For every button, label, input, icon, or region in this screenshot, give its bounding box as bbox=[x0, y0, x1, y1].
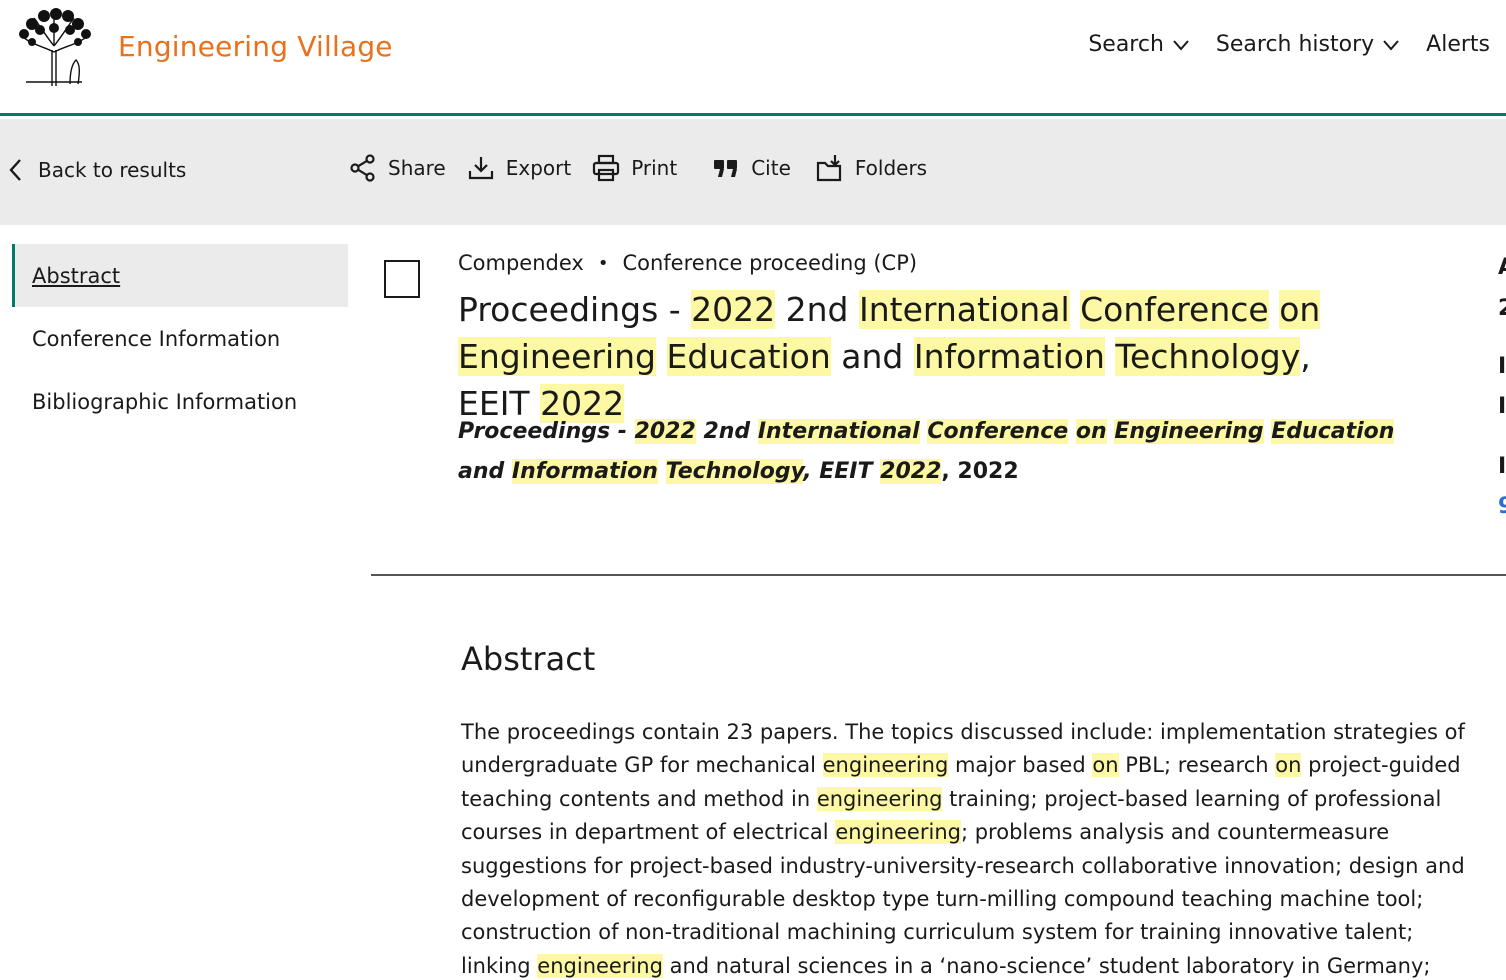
brand-name[interactable]: Engineering Village bbox=[118, 30, 393, 63]
back-to-results-button[interactable]: Back to results bbox=[8, 157, 186, 183]
source-text: 2nd bbox=[695, 419, 758, 444]
print-label: Print bbox=[631, 156, 678, 180]
title-text: Proceedings - bbox=[458, 290, 692, 329]
folders-button[interactable]: Folders bbox=[815, 153, 927, 183]
search-term-highlight: engineering bbox=[537, 953, 663, 978]
download-icon bbox=[468, 157, 493, 180]
chevron-left-icon bbox=[9, 159, 21, 181]
export-label: Export bbox=[505, 156, 572, 180]
search-term-highlight: 2022 bbox=[691, 290, 776, 329]
sidebar-item-conference-information[interactable]: Conference Information bbox=[12, 307, 348, 370]
toolbar-actions: Share Export Print Cite Folders bbox=[348, 153, 927, 183]
top-header: Engineering Village Search Search histor… bbox=[0, 0, 1506, 116]
search-term-highlight: Information bbox=[913, 337, 1105, 376]
source-text: , EEIT bbox=[803, 459, 881, 484]
abstract-segment: PBL; research bbox=[1118, 753, 1276, 778]
record-section-nav: Abstract Conference Information Bibliogr… bbox=[12, 244, 348, 433]
search-term-highlight: Technology bbox=[665, 459, 804, 484]
abstract-text: The proceedings contain 23 papers. The t… bbox=[461, 716, 1471, 980]
title-text bbox=[656, 337, 667, 376]
top-navigation: Search Search history Alerts bbox=[1088, 32, 1490, 57]
nav-search[interactable]: Search bbox=[1088, 32, 1190, 57]
abstract-heading: Abstract bbox=[461, 640, 596, 678]
sidebar-item-abstract[interactable]: Abstract bbox=[12, 244, 348, 307]
title-text bbox=[1269, 290, 1280, 329]
record-title: Proceedings - 2022 2nd International Con… bbox=[458, 286, 1378, 427]
search-term-highlight: Engineering bbox=[1114, 419, 1264, 444]
share-button[interactable]: Share bbox=[348, 153, 446, 183]
chevron-down-icon bbox=[1173, 39, 1189, 51]
meta-separator: • bbox=[597, 252, 609, 274]
search-term-highlight: engineering bbox=[816, 786, 943, 811]
nav-search-label: Search bbox=[1088, 32, 1164, 57]
right-panel-fragment: I bbox=[1498, 394, 1506, 419]
source-citation: Proceedings - 2022 2nd International Con… bbox=[458, 412, 1418, 492]
export-button[interactable]: Export bbox=[466, 153, 571, 183]
cite-label: Cite bbox=[751, 156, 791, 180]
right-panel-fragment: I bbox=[1498, 354, 1506, 379]
search-term-highlight: Conference bbox=[1080, 290, 1269, 329]
folders-label: Folders bbox=[854, 156, 928, 180]
right-panel-fragment: I bbox=[1498, 454, 1506, 479]
title-text bbox=[1105, 337, 1116, 376]
document-type-label: Conference proceeding (CP) bbox=[622, 251, 918, 275]
search-term-highlight: 2022 bbox=[880, 459, 942, 484]
search-term-highlight: on bbox=[1075, 419, 1107, 444]
source-year: , 2022 bbox=[941, 459, 1019, 484]
title-text bbox=[1070, 290, 1081, 329]
database-label: Compendex bbox=[458, 251, 584, 275]
nav-search-history[interactable]: Search history bbox=[1216, 32, 1400, 57]
search-term-highlight: engineering bbox=[835, 820, 961, 845]
printer-icon bbox=[593, 154, 620, 182]
search-term-highlight: 2022 bbox=[634, 419, 696, 444]
folder-add-icon bbox=[816, 155, 841, 182]
quote-icon bbox=[714, 160, 738, 177]
title-text: and bbox=[830, 337, 914, 376]
right-panel-link-fragment[interactable]: 9 bbox=[1498, 494, 1506, 519]
search-term-highlight: International bbox=[757, 419, 920, 444]
nav-search-history-label: Search history bbox=[1215, 32, 1375, 57]
source-text bbox=[1068, 419, 1076, 444]
nav-alerts[interactable]: Alerts bbox=[1426, 32, 1490, 57]
search-term-highlight: Information bbox=[511, 459, 658, 484]
source-text bbox=[658, 459, 666, 484]
chevron-down-icon bbox=[1383, 39, 1399, 51]
abstract-segment: major based bbox=[948, 753, 1093, 778]
print-button[interactable]: Print bbox=[591, 153, 677, 183]
record-meta: Compendex • Conference proceeding (CP) bbox=[458, 251, 917, 275]
source-text: Proceedings - bbox=[458, 419, 635, 444]
search-term-highlight: on bbox=[1279, 290, 1321, 329]
section-divider bbox=[371, 574, 1506, 576]
search-term-highlight: on bbox=[1275, 753, 1302, 778]
search-term-highlight: International bbox=[859, 290, 1070, 329]
elsevier-tree-logo[interactable] bbox=[12, 6, 96, 90]
share-icon bbox=[350, 154, 375, 182]
select-record-checkbox[interactable] bbox=[384, 260, 420, 298]
nav-alerts-label: Alerts bbox=[1426, 32, 1490, 57]
search-term-highlight: Conference bbox=[927, 419, 1069, 444]
search-term-highlight: Education bbox=[1271, 419, 1395, 444]
cite-button[interactable]: Cite bbox=[711, 153, 791, 183]
search-term-highlight: on bbox=[1092, 753, 1119, 778]
search-term-highlight: Engineering bbox=[458, 337, 656, 376]
right-panel-fragment: 2 bbox=[1498, 296, 1506, 321]
back-to-results-label: Back to results bbox=[38, 158, 187, 182]
share-label: Share bbox=[388, 156, 446, 180]
source-text: and bbox=[458, 459, 512, 484]
sidebar-item-bibliographic-information[interactable]: Bibliographic Information bbox=[12, 370, 348, 433]
source-title[interactable]: Proceedings - 2022 2nd International Con… bbox=[458, 419, 1395, 484]
right-panel-fragment: A bbox=[1498, 255, 1506, 280]
title-text: 2nd bbox=[775, 290, 859, 329]
search-term-highlight: Education bbox=[666, 337, 831, 376]
record-toolbar: Back to results Share Export Print Cite … bbox=[0, 119, 1506, 225]
search-term-highlight: Technology bbox=[1115, 337, 1301, 376]
search-term-highlight: engineering bbox=[822, 753, 949, 778]
